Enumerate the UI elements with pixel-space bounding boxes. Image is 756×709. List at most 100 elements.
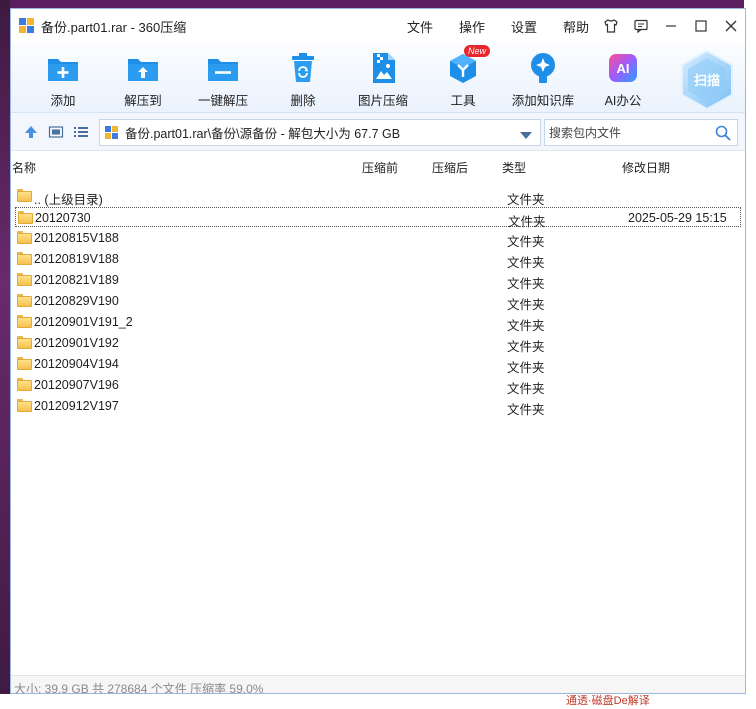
- folder-icon: [18, 211, 33, 224]
- file-modified-date: 2025-05-29 15:15: [628, 211, 727, 225]
- add-knowledge-base-label: 添加知识库: [511, 94, 575, 108]
- list-item[interactable]: 20120815V188 文件夹: [15, 228, 741, 249]
- list-item[interactable]: 20120901V191_2 文件夹: [15, 312, 741, 333]
- maximize-icon[interactable]: [691, 16, 711, 36]
- delete-button[interactable]: 删除: [263, 47, 343, 109]
- file-type: 文件夹: [507, 256, 545, 270]
- folder-icon: [17, 189, 32, 202]
- extract-to-label: 解压到: [124, 94, 162, 108]
- list-item[interactable]: 20120829V190 文件夹: [15, 291, 741, 312]
- background-snippet-text: 通透·磁盘De解译: [566, 695, 650, 707]
- extract-folder-icon: [126, 51, 160, 85]
- recycle-bin-icon: [286, 51, 320, 85]
- up-arrow-icon[interactable]: [23, 124, 39, 140]
- menu-bar: 文件 操作 设置 帮助: [407, 9, 589, 43]
- list-item[interactable]: 20120907V196 文件夹: [15, 375, 741, 396]
- close-icon[interactable]: [721, 16, 741, 36]
- extract-to-button[interactable]: 解压到: [103, 47, 183, 109]
- archive-icon: [105, 125, 119, 140]
- folder-icon: [17, 357, 32, 370]
- file-name: 20120730: [35, 211, 91, 225]
- file-type: 文件夹: [507, 319, 545, 333]
- column-after-header[interactable]: 压缩后: [432, 159, 468, 176]
- window-controls: [601, 9, 741, 43]
- minimize-icon[interactable]: [661, 16, 681, 36]
- folder-icon: [17, 294, 32, 307]
- folder-icon: [17, 378, 32, 391]
- chevron-down-icon[interactable]: [520, 129, 532, 143]
- ai-office-button[interactable]: AI AI办公: [583, 47, 663, 109]
- folder-icon: [17, 231, 32, 244]
- image-compress-button[interactable]: 图片压缩: [343, 47, 423, 109]
- menu-settings[interactable]: 设置: [511, 17, 537, 36]
- ai-icon-text: AI: [617, 61, 630, 76]
- folder-icon: [17, 273, 32, 286]
- file-name: 20120904V194: [34, 357, 119, 371]
- new-badge: New: [464, 45, 491, 57]
- search-input[interactable]: [545, 120, 705, 145]
- list-item-parent-directory[interactable]: .. (上级目录) 文件夹: [15, 186, 741, 207]
- list-item[interactable]: 20120819V188 文件夹: [15, 249, 741, 270]
- window-title: 备份.part01.rar - 360压缩: [41, 19, 187, 35]
- ai-office-label: AI办公: [604, 94, 642, 108]
- list-view-icon[interactable]: [73, 124, 89, 140]
- list-header: 名称 压缩前 压缩后 类型 修改日期: [11, 155, 745, 177]
- add-label: 添加: [50, 94, 76, 108]
- search-icon[interactable]: [715, 125, 731, 144]
- column-modified-header[interactable]: 修改日期: [622, 159, 670, 176]
- file-name: 20120907V196: [34, 378, 119, 392]
- column-type-header[interactable]: 类型: [502, 159, 526, 176]
- status-bar: 大小: 39.9 GB 共 278684 个文件 压缩率 59.0%: [11, 675, 745, 693]
- file-type: 文件夹: [507, 382, 545, 396]
- file-type: 文件夹: [507, 403, 545, 417]
- menu-operation[interactable]: 操作: [459, 17, 485, 36]
- menu-file[interactable]: 文件: [407, 17, 433, 36]
- file-type: 文件夹: [507, 361, 545, 375]
- file-type: 文件夹: [507, 193, 545, 207]
- add-knowledge-base-button[interactable]: 添加知识库: [503, 47, 583, 109]
- one-click-extract-icon: [206, 51, 240, 85]
- toolbar: 添加 解压到 一键解压 删除 图片压缩 New 工具 添加知识库 AI AI办公…: [11, 43, 745, 113]
- path-field[interactable]: 备份.part01.rar\备份\源备份 - 解包大小为 67.7 GB: [99, 119, 541, 146]
- add-folder-icon: [46, 51, 80, 85]
- title-bar: 备份.part01.rar - 360压缩 文件 操作 设置 帮助: [11, 9, 745, 43]
- knowledge-bulb-icon: [526, 51, 560, 85]
- scan-button[interactable]: 扫描: [677, 49, 737, 111]
- address-bar: 备份.part01.rar\备份\源备份 - 解包大小为 67.7 GB: [11, 113, 745, 151]
- file-name: 20120829V190: [34, 294, 119, 308]
- ai-office-icon: AI: [606, 51, 640, 85]
- menu-help[interactable]: 帮助: [563, 17, 589, 36]
- tools-button[interactable]: New 工具: [423, 45, 503, 109]
- column-before-header[interactable]: 压缩前: [362, 159, 398, 176]
- list-item[interactable]: 20120901V192 文件夹: [15, 333, 741, 354]
- app-logo-icon: [19, 18, 35, 34]
- file-type: 文件夹: [507, 298, 545, 312]
- folder-icon: [17, 336, 32, 349]
- add-button[interactable]: 添加: [23, 47, 103, 109]
- one-click-extract-label: 一键解压: [197, 94, 248, 108]
- desktop-background: [0, 0, 10, 709]
- folder-icon: [17, 399, 32, 412]
- list-item[interactable]: 20120821V189 文件夹: [15, 270, 741, 291]
- tools-label: 工具: [450, 94, 476, 108]
- feedback-icon[interactable]: [631, 16, 651, 36]
- list-item[interactable]: 20120904V194 文件夹: [15, 354, 741, 375]
- file-type: 文件夹: [507, 235, 545, 249]
- search-field: [544, 119, 738, 146]
- thumbnail-view-icon[interactable]: [48, 124, 64, 140]
- folder-icon: [17, 252, 32, 265]
- tools-cube-icon: New: [446, 45, 491, 85]
- list-item-selected[interactable]: 20120730 文件夹 2025-05-29 15:15: [15, 207, 741, 229]
- column-name-header[interactable]: 名称: [12, 159, 36, 176]
- file-type: 文件夹: [507, 277, 545, 291]
- file-name: 20120821V189: [34, 273, 119, 287]
- list-item[interactable]: 20120912V197 文件夹: [15, 396, 741, 417]
- path-text: 备份.part01.rar\备份\源备份 - 解包大小为 67.7 GB: [125, 127, 401, 141]
- one-click-extract-button[interactable]: 一键解压: [183, 47, 263, 109]
- file-list: 名称 压缩前 压缩后 类型 修改日期 .. (上级目录) 文件夹 2012073…: [11, 155, 745, 675]
- skin-shirt-icon[interactable]: [601, 16, 621, 36]
- file-name: 20120901V191_2: [34, 315, 133, 329]
- scan-label: 扫描: [693, 73, 720, 88]
- folder-icon: [17, 315, 32, 328]
- file-name: 20120901V192: [34, 336, 119, 350]
